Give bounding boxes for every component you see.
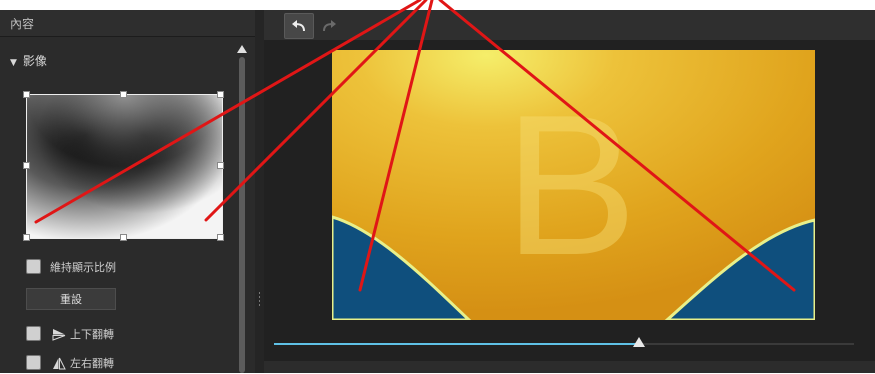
panel-splitter[interactable] — [255, 10, 264, 373]
collapse-arrow-icon[interactable]: ▼ — [10, 58, 17, 68]
image-mask-preview[interactable] — [26, 94, 223, 239]
mask-gradient — [27, 95, 222, 238]
reset-button[interactable]: 重設 — [26, 288, 116, 310]
flip-horizontal-checkbox[interactable] — [26, 355, 41, 370]
scroll-thumb[interactable] — [239, 57, 245, 373]
panel-header: 內容 — [0, 10, 255, 37]
resize-handle[interactable] — [23, 91, 30, 98]
preview-toolbar — [264, 10, 875, 40]
panel-header-title: 內容 — [10, 17, 35, 31]
redo-icon — [323, 20, 336, 32]
splitter-grip — [259, 292, 260, 294]
image-section-title: 影像 — [22, 54, 47, 68]
timeline-slider[interactable] — [274, 337, 854, 347]
panel-scrollbar[interactable] — [236, 37, 248, 373]
flip-horizontal-icon — [52, 355, 66, 374]
flip-vertical-icon — [52, 326, 66, 345]
undo-icon — [292, 20, 305, 32]
resize-handle[interactable] — [120, 234, 127, 241]
resize-handle[interactable] — [217, 91, 224, 98]
resize-handle[interactable] — [217, 162, 224, 169]
flip-vertical-checkbox[interactable] — [26, 326, 41, 341]
timeline-thumb[interactable] — [633, 337, 646, 347]
keep-ratio-label: 維持顯示比例 — [50, 261, 116, 274]
resize-handle[interactable] — [23, 234, 30, 241]
resize-handle[interactable] — [23, 162, 30, 169]
properties-panel: ▼ 影像 維持顯示比例 重設 上下翻轉 左右翻轉 — [0, 37, 255, 373]
splitter-grip — [259, 296, 260, 298]
watermark-letter: B — [504, 74, 637, 297]
flip-horizontal-label: 左右翻轉 — [70, 357, 114, 370]
scroll-up-arrow-icon[interactable] — [237, 45, 247, 53]
splitter-grip — [259, 300, 260, 302]
keep-ratio-checkbox[interactable] — [26, 259, 41, 274]
timeline-progress — [274, 343, 640, 345]
resize-handle[interactable] — [217, 234, 224, 241]
timeline-strip — [264, 361, 875, 373]
app-window: 內容 ▼ 影像 維持顯示比例 重設 上下翻轉 左右翻轉 B — [0, 0, 875, 373]
flip-vertical-label: 上下翻轉 — [70, 328, 114, 341]
image-section-toggle[interactable]: ▼ 影像 — [10, 52, 47, 69]
video-preview[interactable]: B — [332, 50, 815, 320]
redo-button[interactable] — [314, 13, 344, 39]
resize-handle[interactable] — [120, 91, 127, 98]
splitter-grip — [259, 304, 260, 306]
undo-button[interactable] — [284, 13, 314, 39]
